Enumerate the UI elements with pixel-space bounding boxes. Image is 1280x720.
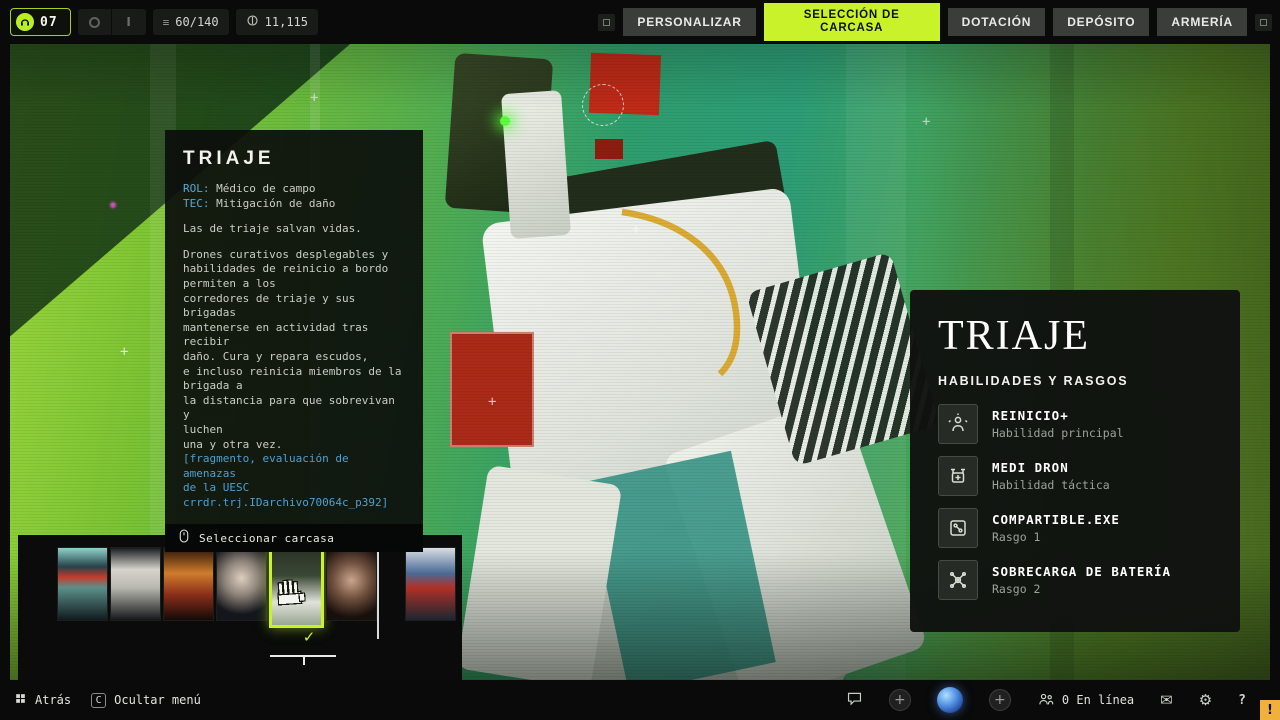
tab-armeria[interactable]: ARMERÍA — [1157, 8, 1247, 36]
player-level-badge[interactable]: 07 — [10, 8, 71, 36]
game-screen: + + + + + 07 I — [0, 0, 1280, 720]
mail-icon[interactable]: ✉ — [1160, 691, 1173, 709]
abilities-shell-title: TRIAJE — [938, 313, 1090, 359]
tab-cycle-left-hint-icon[interactable] — [598, 13, 616, 31]
shell-thumbnail-7[interactable] — [405, 547, 456, 621]
select-shell-label: Seleccionar carcasa — [199, 531, 335, 545]
status-icon-group: I — [77, 9, 146, 35]
hide-menu-label: Ocultar menú — [114, 693, 201, 707]
bar-icon: I — [126, 15, 131, 29]
shell-name-title: TRIAJE — [183, 148, 275, 169]
share-module-icon — [938, 508, 978, 548]
battery-overload-icon — [938, 560, 978, 600]
lore-fragment: [fragmento, evaluación de amenazas de la… — [183, 452, 389, 509]
shell-carousel-panel: ✓ — [18, 535, 462, 680]
keycap-c: C — [91, 692, 107, 708]
shell-info-panel: TRIAJE ROL: Médico de campo TEC: Mitigac… — [165, 130, 423, 553]
tab-dotacion[interactable]: DOTACIÓN — [947, 8, 1046, 36]
ability-name: SOBRECARGA DE BATERÍA — [992, 564, 1172, 579]
tab-deposito[interactable]: DEPÓSITO — [1053, 8, 1150, 36]
people-icon — [1037, 692, 1055, 709]
add-friend-right-button[interactable]: + — [988, 689, 1011, 711]
ability-row-sobrecarga: SOBRECARGA DE BATERÍA Rasgo 2 — [938, 560, 1212, 600]
ability-row-reinicio: REINICIO+ Habilidad principal — [938, 404, 1212, 444]
selected-check-icon: ✓ — [302, 628, 316, 646]
tab-cycle-right-hint-icon[interactable] — [1255, 13, 1272, 31]
ability-type: Rasgo 2 — [992, 582, 1041, 596]
medi-drone-icon — [938, 456, 978, 496]
headset-icon — [16, 13, 34, 31]
help-button[interactable]: ? — [1238, 693, 1246, 708]
hand-cursor-icon — [275, 575, 307, 613]
shell-tagline: Las de triaje salvan vidas. — [183, 222, 362, 236]
currency-counter: 11,115 — [235, 9, 318, 35]
ability-type: Rasgo 1 — [992, 530, 1041, 544]
chat-icon[interactable] — [846, 690, 863, 711]
revive-icon — [938, 404, 978, 444]
resource-counter: ≡ 60/140 — [152, 9, 229, 35]
tab-seleccion-de-carcasa[interactable]: SELECCIÓN DE CARCASA — [763, 3, 940, 41]
tech-line: TEC: Mitigación de daño — [183, 196, 336, 210]
abilities-heading: HABILIDADES Y RASGOS — [938, 374, 1129, 388]
shell-thumbnail-2[interactable] — [110, 547, 161, 621]
ability-name: COMPARTIBLE.EXE — [992, 512, 1120, 527]
player-level: 07 — [40, 14, 58, 30]
ability-type: Habilidad táctica — [992, 478, 1110, 492]
online-status[interactable]: 0 En línea — [1037, 692, 1134, 709]
credits-icon — [246, 14, 259, 30]
shell-thumbnail-3[interactable] — [163, 547, 214, 621]
carousel-divider — [377, 541, 379, 639]
resource-value: 60/140 — [175, 15, 219, 29]
shell-description: Drones curativos desplegables y habilida… — [183, 247, 402, 451]
select-shell-button[interactable]: Seleccionar carcasa — [165, 524, 423, 553]
back-button[interactable]: Atrás — [14, 692, 71, 708]
top-bar: 07 I ≡ 60/140 11,115 PERSONALIZAR SELECC… — [0, 0, 1280, 44]
stack-icon: ≡ — [162, 15, 170, 29]
ability-row-compartible: COMPARTIBLE.EXE Rasgo 1 — [938, 508, 1212, 548]
role-line: ROL: Médico de campo — [183, 182, 316, 195]
grid-icon — [14, 692, 27, 708]
abilities-panel: TRIAJE HABILIDADES Y RASGOS REINICIO+ Ha… — [910, 290, 1240, 632]
main-nav-tabs: PERSONALIZAR SELECCIÓN DE CARCASA DOTACI… — [598, 0, 1272, 44]
bottom-bar: Atrás C Ocultar menú + + 0 En línea ✉ ⚙ … — [0, 680, 1280, 720]
shell-thumbnail-6[interactable] — [326, 547, 377, 621]
tab-personalizar[interactable]: PERSONALIZAR — [623, 8, 756, 36]
online-count-label: 0 En línea — [1061, 693, 1135, 707]
selected-underline — [270, 655, 336, 665]
notification-alert-badge[interactable]: ! — [1260, 700, 1280, 720]
mouse-icon — [178, 528, 190, 548]
back-label: Atrás — [35, 693, 72, 707]
ability-type: Habilidad principal — [992, 426, 1124, 440]
currency-value: 11,115 — [264, 15, 308, 29]
hide-menu-button[interactable]: C Ocultar menú — [91, 692, 201, 708]
shell-thumbnail-1[interactable] — [57, 547, 108, 621]
ability-name: REINICIO+ — [992, 408, 1069, 423]
shell-thumbnail-4[interactable] — [216, 547, 267, 621]
ability-row-medi-dron: MEDI DRON Habilidad táctica — [938, 456, 1212, 496]
player-avatar[interactable] — [936, 687, 963, 713]
ring-icon — [78, 9, 112, 35]
settings-gear-icon[interactable]: ⚙ — [1199, 691, 1212, 709]
add-friend-left-button[interactable]: + — [888, 689, 911, 711]
ability-name: MEDI DRON — [992, 460, 1069, 475]
